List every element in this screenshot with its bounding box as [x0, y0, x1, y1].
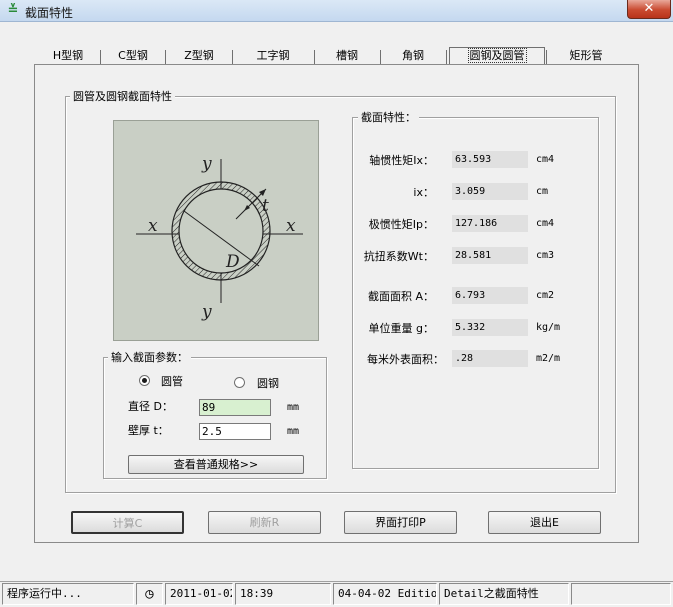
tab-rect-tube[interactable]: 矩形管: [548, 48, 624, 65]
status-edition: 04-04-02 Edition: [333, 583, 437, 605]
radio-tube-label[interactable]: 圆管: [161, 373, 183, 389]
diameter-input[interactable]: 89: [199, 399, 271, 416]
property-unit: cm4: [536, 218, 555, 229]
app-icon: ≚: [7, 3, 19, 18]
status-time: 18:39: [235, 583, 331, 605]
properties-title: 截面特性：: [358, 109, 419, 125]
radio-bar[interactable]: [234, 377, 245, 388]
axis-x-right-label: x: [286, 216, 296, 236]
radio-tube[interactable]: [139, 375, 150, 386]
clock-icon: ◷: [136, 583, 163, 605]
property-label: ix：: [413, 186, 434, 199]
property-unit: kg/m: [536, 322, 561, 333]
tab-separator: [446, 50, 447, 64]
input-params-title: 输入截面参数：: [108, 349, 191, 365]
print-button[interactable]: 界面打印P: [344, 511, 457, 534]
tab-c-steel[interactable]: C型钢: [102, 48, 164, 65]
diameter-unit: mm: [287, 402, 300, 413]
property-value: 127.186: [452, 215, 528, 232]
axis-y-bottom-label: y: [201, 302, 212, 322]
property-unit: m2/m: [536, 353, 561, 364]
property-label: 轴惯性矩Ix：: [369, 154, 434, 167]
property-value: 3.059: [452, 183, 528, 200]
tab-separator: [100, 50, 101, 64]
exit-button[interactable]: 退出E: [488, 511, 601, 534]
tab-z-steel[interactable]: Z型钢: [167, 48, 231, 65]
property-value: 6.793: [452, 287, 528, 304]
property-value: 63.593: [452, 151, 528, 168]
thickness-field-label: 壁厚 t：: [128, 424, 169, 437]
tube-inner-circle: [178, 188, 264, 274]
window-title: 截面特性: [25, 6, 74, 20]
property-label: 截面面积 A：: [367, 290, 434, 303]
tab-i-beam[interactable]: 工字钢: [234, 48, 312, 65]
tab-separator: [165, 50, 166, 64]
tab-separator: [380, 50, 381, 64]
property-label: 抗扭系数Wt：: [363, 250, 434, 263]
axis-y-top-label: y: [201, 154, 212, 174]
status-date: 2011-01-02: [165, 583, 233, 605]
property-label: 极惯性矩Ip：: [368, 218, 434, 231]
property-unit: cm: [536, 186, 549, 197]
tube-diagram-svg: y y x x t D: [136, 154, 303, 322]
property-unit: cm3: [536, 250, 555, 261]
calculate-button[interactable]: 计算C: [71, 511, 184, 534]
tab-separator: [314, 50, 315, 64]
property-unit: cm2: [536, 290, 555, 301]
radio-bar-label[interactable]: 圆钢: [257, 375, 279, 391]
status-empty: [571, 583, 671, 605]
property-label: 每米外表面积：: [367, 353, 444, 366]
cross-section-diagram: y y x x t D: [113, 120, 319, 341]
tab-angle[interactable]: 角钢: [382, 48, 444, 65]
refresh-button[interactable]: 刷新R: [208, 511, 321, 534]
thickness-label: t: [262, 196, 269, 216]
title-bar: [0, 0, 673, 22]
view-specs-button[interactable]: 查看普通规格>>: [128, 455, 304, 474]
thickness-input[interactable]: 2.5: [199, 423, 271, 440]
status-text: 程序运行中...: [2, 583, 134, 605]
diameter-label: D: [225, 252, 240, 272]
axis-x-left-label: x: [148, 216, 158, 236]
close-button[interactable]: ✕: [627, 0, 671, 19]
property-value: 28.581: [452, 247, 528, 264]
property-unit: cm4: [536, 154, 555, 165]
tab-separator: [232, 50, 233, 64]
section-group-title: 圆管及圆钢截面特性: [70, 88, 175, 104]
property-label: 单位重量 g：: [368, 322, 434, 335]
thickness-unit: mm: [287, 426, 300, 437]
property-value: 5.332: [452, 319, 528, 336]
tab-channel[interactable]: 槽钢: [316, 48, 378, 65]
diameter-field-label: 直径 D：: [128, 400, 173, 413]
tab-round-steel[interactable]: 圆钢及圆管: [449, 47, 545, 65]
tab-h-steel[interactable]: H型钢: [38, 48, 98, 65]
tab-separator: [546, 50, 547, 64]
status-detail: Detail之截面特性: [439, 583, 569, 605]
tab-round-label: 圆钢及圆管: [467, 48, 527, 63]
property-value: .28: [452, 350, 528, 367]
